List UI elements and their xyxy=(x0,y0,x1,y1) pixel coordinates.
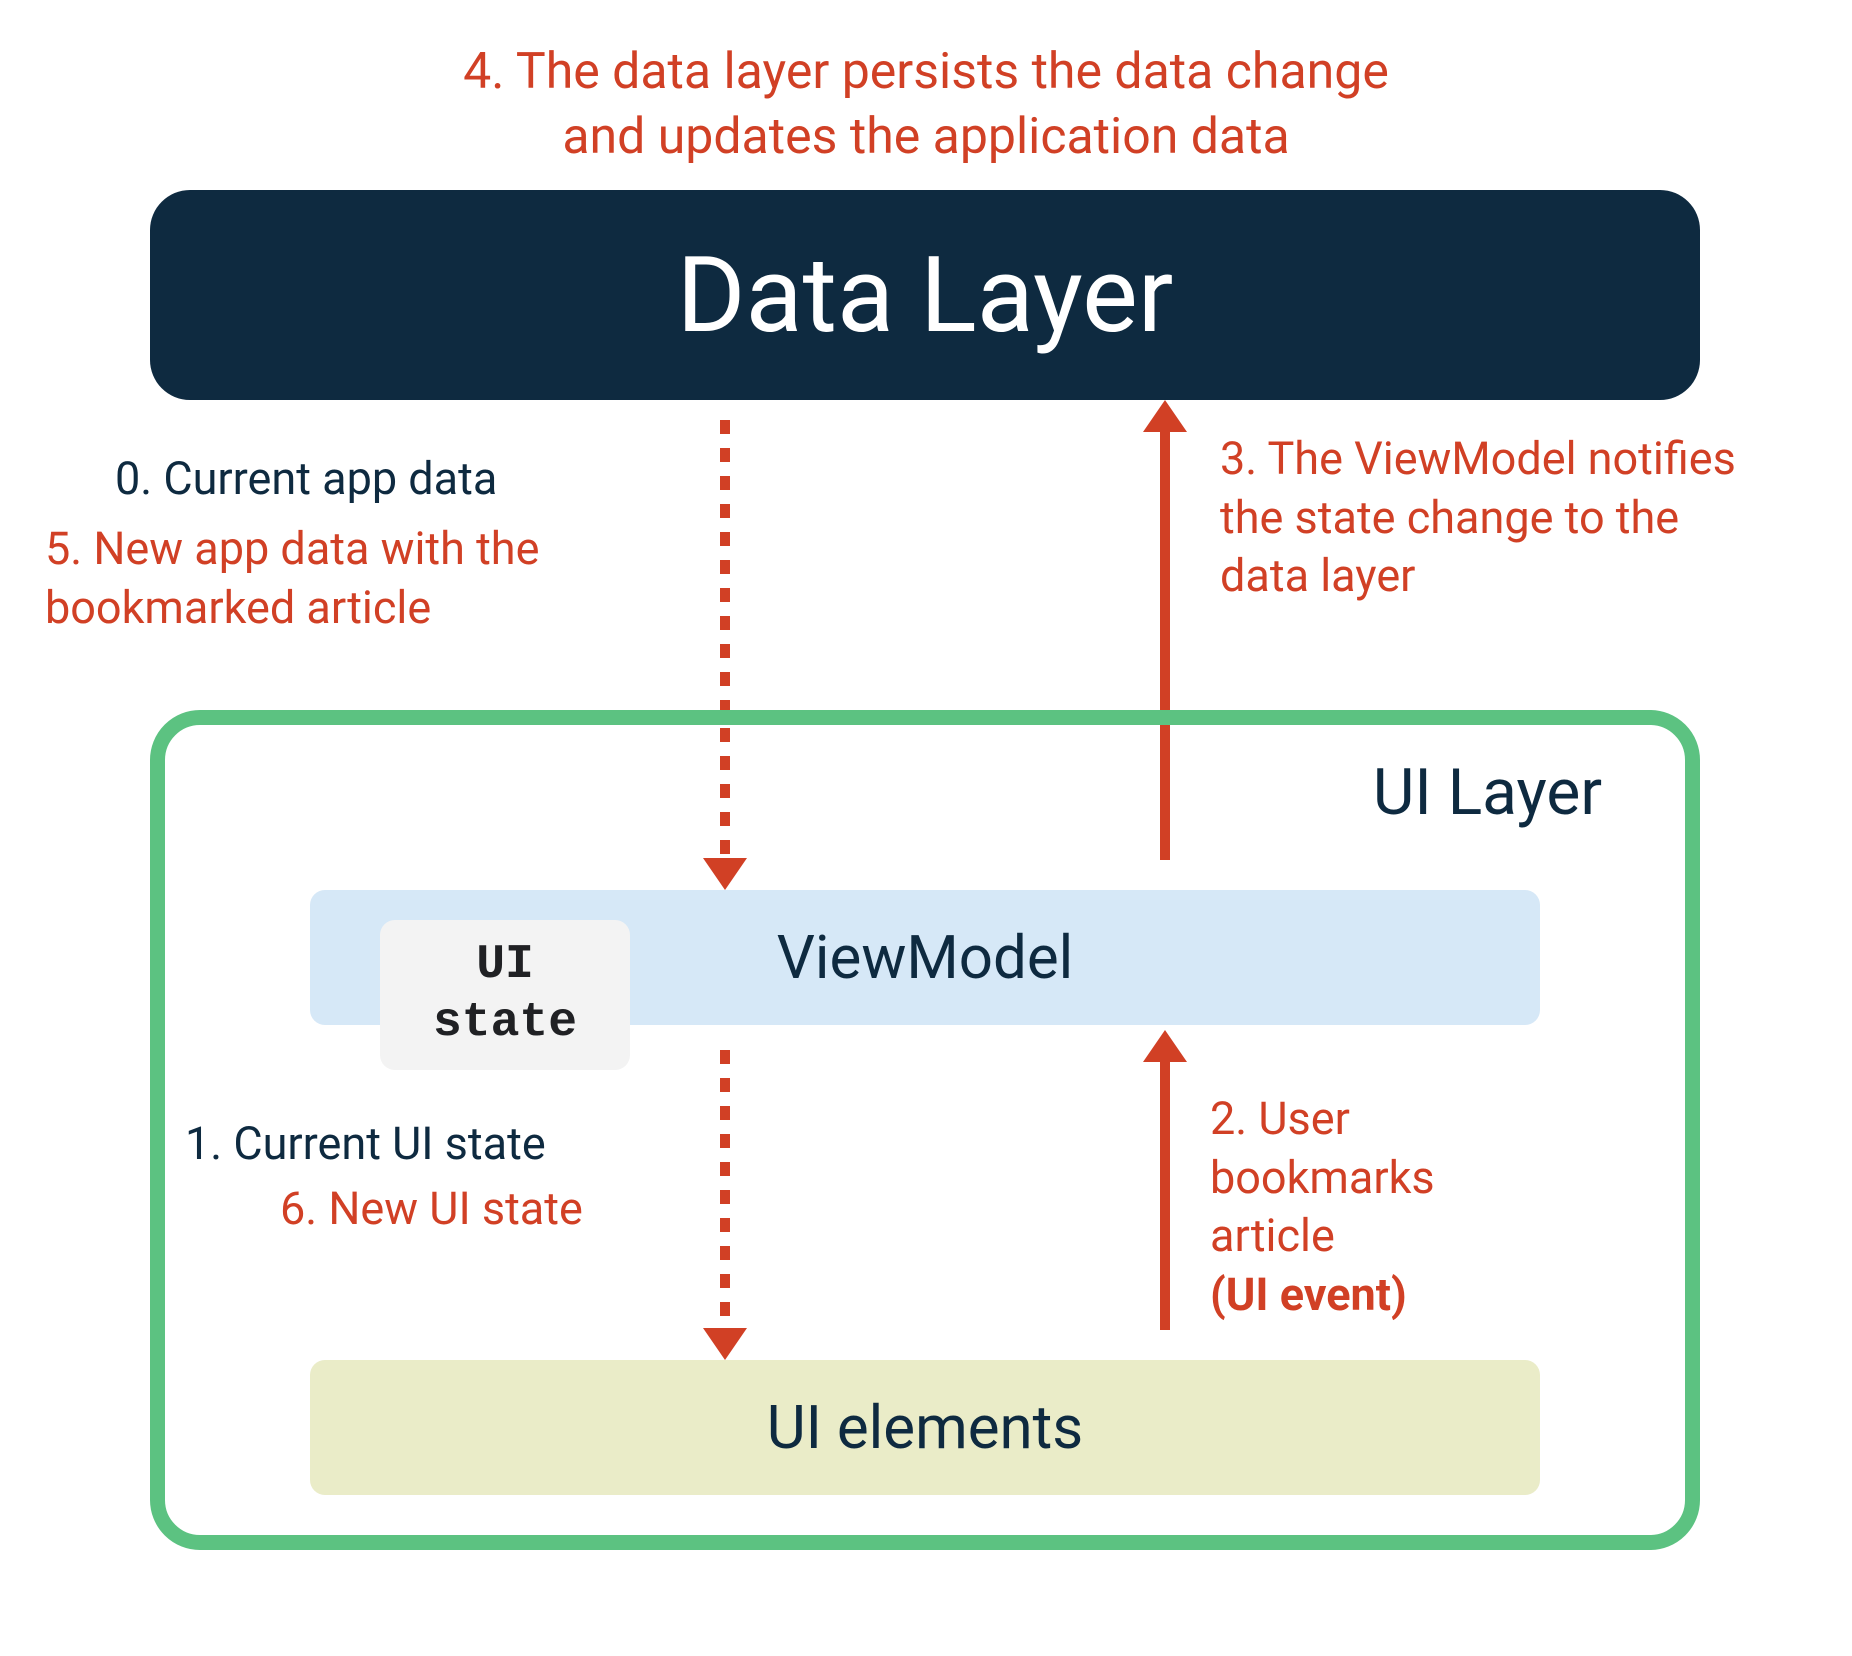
step-4-line2: and updates the application data xyxy=(562,108,1289,166)
arrow-viewmodel-to-uielements xyxy=(720,1050,730,1330)
step-6-note: 6. New UI state xyxy=(280,1180,690,1239)
step-5-note: 5. New app data with the bookmarked arti… xyxy=(45,520,685,637)
diagram-canvas: { "caption_top_line1": "4. The data laye… xyxy=(0,0,1852,1656)
arrow-uielements-to-viewmodel xyxy=(1160,1060,1170,1330)
step-4-caption: 4. The data layer persists the data chan… xyxy=(0,40,1852,170)
step-2-bold: (UI event) xyxy=(1210,1268,1407,1321)
step-3-note: 3. The ViewModel notifies the state chan… xyxy=(1220,430,1740,606)
step-2-note: 2. User bookmarks article (UI event) xyxy=(1210,1090,1570,1324)
step-0-note: 0. Current app data xyxy=(115,450,655,509)
ui-elements-title: UI elements xyxy=(767,1392,1084,1463)
ui-elements-box: UI elements xyxy=(310,1360,1540,1495)
step-2-text: 2. User bookmarks article xyxy=(1210,1092,1435,1262)
step-4-line1: 4. The data layer persists the data chan… xyxy=(463,43,1389,101)
step-1-note: 1. Current UI state xyxy=(185,1115,685,1174)
data-layer-title: Data Layer xyxy=(677,234,1174,357)
viewmodel-title: ViewModel xyxy=(777,922,1074,993)
ui-layer-title: UI Layer xyxy=(1373,755,1602,830)
ui-state-badge: UI state xyxy=(380,920,630,1070)
data-layer-box: Data Layer xyxy=(150,190,1700,400)
